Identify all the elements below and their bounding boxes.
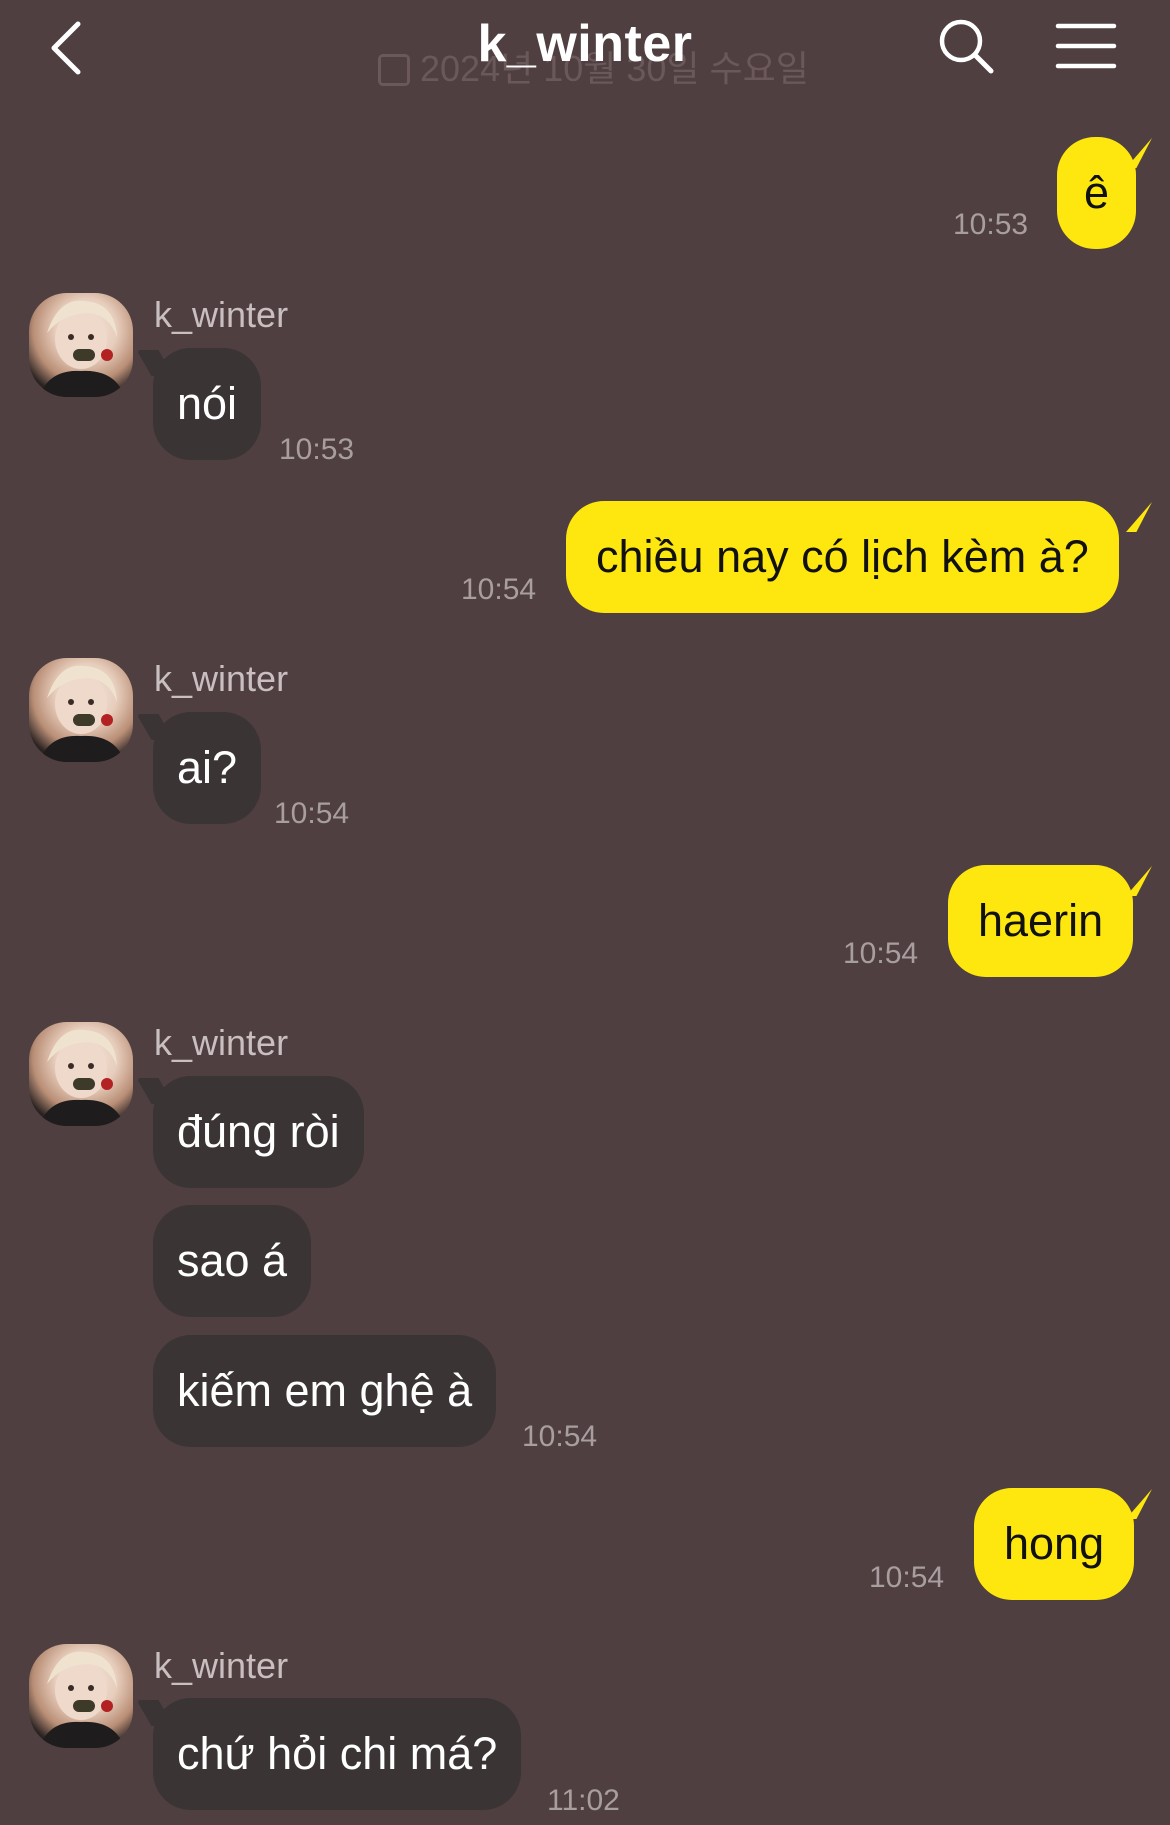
- sender-name: k_winter: [154, 1022, 289, 1063]
- message-time: 10:54: [869, 1561, 945, 1594]
- avatar[interactable]: [29, 1022, 133, 1126]
- message-time: 10:53: [953, 208, 1029, 241]
- avatar[interactable]: [29, 658, 133, 762]
- message-bubble-incoming[interactable]: sao á: [153, 1205, 312, 1317]
- hamburger-menu-icon[interactable]: [1054, 20, 1118, 72]
- message-bubble-outgoing[interactable]: ê: [1057, 137, 1137, 249]
- message-bubble-outgoing[interactable]: haerin: [948, 865, 1134, 977]
- message-bubble-incoming[interactable]: đúng ròi: [153, 1076, 364, 1188]
- sender-name: k_winter: [154, 1645, 289, 1686]
- sender-name: k_winter: [154, 294, 289, 335]
- bubble-tail: [1126, 502, 1152, 532]
- message-bubble-incoming[interactable]: nói: [153, 348, 262, 460]
- message-bubble-incoming[interactable]: kiếm em ghệ à: [153, 1335, 497, 1447]
- avatar[interactable]: [29, 1644, 133, 1748]
- message-time: 10:54: [843, 937, 919, 970]
- message-time: 10:53: [279, 433, 355, 466]
- message-bubble-outgoing[interactable]: chiều nay có lịch kèm à?: [566, 501, 1119, 613]
- sender-name: k_winter: [154, 658, 289, 699]
- message-bubble-outgoing[interactable]: hong: [974, 1488, 1135, 1600]
- message-time: 11:02: [547, 1784, 620, 1817]
- message-bubble-incoming[interactable]: ai?: [153, 712, 262, 824]
- search-icon[interactable]: [936, 16, 996, 76]
- message-time: 10:54: [461, 573, 537, 606]
- message-time: 10:54: [274, 797, 350, 830]
- message-bubble-incoming[interactable]: chứ hỏi chi má?: [153, 1698, 522, 1810]
- message-time: 10:54: [522, 1420, 598, 1453]
- avatar[interactable]: [29, 293, 133, 397]
